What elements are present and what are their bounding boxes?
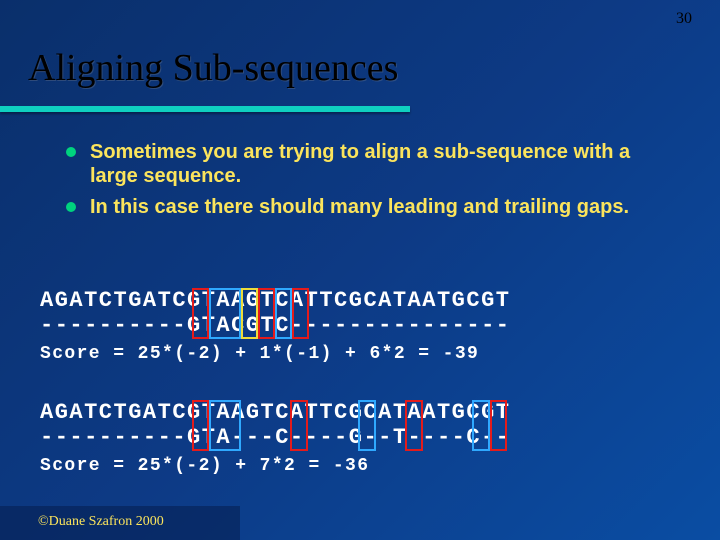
highlight-box xyxy=(275,288,292,339)
highlight-box xyxy=(209,288,241,339)
score-2: Score = 25*(-2) + 7*2 = -36 xyxy=(40,456,369,476)
highlight-box xyxy=(358,400,376,451)
bullet-item: Sometimes you are trying to align a sub-… xyxy=(90,140,680,189)
highlight-box xyxy=(258,288,275,339)
score-1: Score = 25*(-2) + 1*(-1) + 6*2 = -39 xyxy=(40,344,479,364)
highlight-box xyxy=(490,400,507,451)
slide-number: 30 xyxy=(676,10,692,28)
highlight-box xyxy=(192,400,209,451)
seq-line: AGATCTGATCGTAAGTCATTCGCATAATGCGT xyxy=(40,400,510,425)
copyright: ©Duane Szafron 2000 xyxy=(38,514,164,530)
bullet-list: Sometimes you are trying to align a sub-… xyxy=(90,140,680,225)
highlight-box xyxy=(192,288,209,339)
alignment-2: AGATCTGATCGTAAGTCATTCGCATAATGCGT -------… xyxy=(40,400,510,450)
slide-title: Aligning Sub-sequences xyxy=(28,46,398,90)
highlight-box xyxy=(241,288,258,339)
title-underline xyxy=(0,106,410,112)
bullet-item: In this case there should many leading a… xyxy=(90,195,680,219)
highlight-box xyxy=(209,400,241,451)
highlight-box xyxy=(472,400,490,451)
highlight-box xyxy=(292,288,309,339)
seq-line: ----------GTA---C----G--T----C-- xyxy=(40,425,510,450)
highlight-box xyxy=(405,400,423,451)
highlight-box xyxy=(290,400,308,451)
